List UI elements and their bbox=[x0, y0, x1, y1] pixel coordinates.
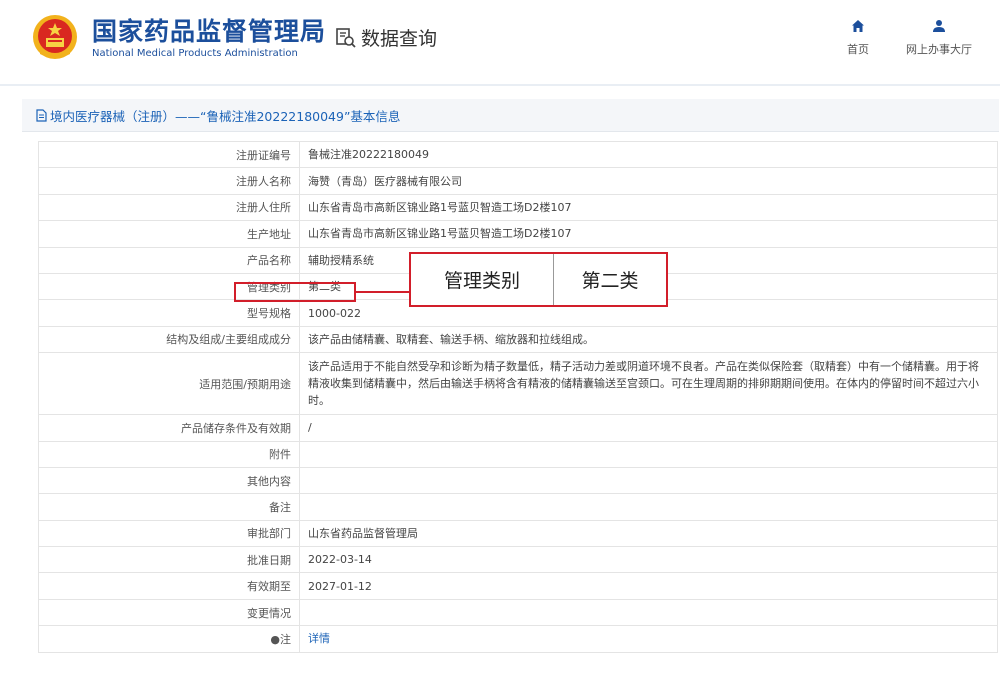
nav-online-hall-label: 网上办事大厅 bbox=[906, 43, 972, 56]
field-value bbox=[299, 466, 998, 495]
field-label: 生产地址 bbox=[38, 220, 300, 248]
table-row: 其他内容 bbox=[38, 466, 998, 495]
table-row: 适用范围/预期用途 该产品适用于不能自然受孕和诊断为精子数量低，精子活动力差或阴… bbox=[38, 352, 998, 416]
home-icon bbox=[852, 20, 864, 32]
section-title-text: 境内医疗器械（注册）——“鲁械注准20222180049”基本信息 bbox=[50, 108, 401, 124]
nav-home-label: 首页 bbox=[847, 43, 869, 56]
table-row: 产品储存条件及有效期 / bbox=[38, 414, 998, 442]
field-value bbox=[299, 598, 998, 627]
data-query-label: 数据查询 bbox=[361, 28, 438, 50]
field-value: / bbox=[299, 414, 998, 442]
field-value bbox=[299, 440, 998, 468]
field-value: 山东省青岛市高新区锦业路1号蓝贝智造工场D2楼107 bbox=[299, 193, 998, 222]
highlight-box bbox=[234, 282, 356, 302]
data-query-link[interactable]: 数据查询 bbox=[335, 24, 437, 51]
national-emblem-icon bbox=[33, 15, 77, 59]
callout-label: 管理类别 bbox=[411, 254, 554, 305]
table-row: 生产地址 山东省青岛市高新区锦业路1号蓝贝智造工场D2楼107 bbox=[38, 220, 998, 248]
field-label: 注册人名称 bbox=[38, 167, 300, 195]
field-label: 适用范围/预期用途 bbox=[38, 352, 300, 416]
nav-home[interactable]: 首页 bbox=[813, 18, 903, 57]
table-row: 备注 bbox=[38, 493, 998, 521]
table-row: 注册人住所 山东省青岛市高新区锦业路1号蓝贝智造工场D2楼107 bbox=[38, 193, 998, 222]
nav-online-hall[interactable]: 网上办事大厅 bbox=[894, 18, 984, 57]
table-row: 结构及组成/主要组成成分 该产品由储精囊、取精套、输送手柄、缩放器和拉线组成。 bbox=[38, 325, 998, 354]
field-label: 其他内容 bbox=[38, 466, 300, 495]
callout-value: 第二类 bbox=[581, 270, 639, 292]
field-value: 详情 bbox=[299, 625, 998, 653]
callout-box: 管理类别 第二类 bbox=[409, 252, 668, 307]
header-divider bbox=[0, 84, 1000, 86]
field-value: 鲁械注准20222180049 bbox=[299, 140, 998, 169]
table-row: 变更情况 bbox=[38, 598, 998, 627]
data-search-icon bbox=[336, 27, 356, 48]
field-label: 注册证编号 bbox=[38, 140, 300, 169]
field-label: 结构及组成/主要组成成分 bbox=[38, 325, 300, 354]
field-value: 2027-01-12 bbox=[299, 572, 998, 600]
field-value bbox=[299, 493, 998, 521]
field-value: 山东省药品监督管理局 bbox=[299, 519, 998, 548]
user-icon bbox=[933, 20, 945, 32]
field-value: 该产品适用于不能自然受孕和诊断为精子数量低，精子活动力差或阴道环境不良者。产品在… bbox=[299, 352, 998, 416]
agency-name-cn[interactable]: 国家药品监督管理局 bbox=[92, 12, 326, 48]
field-label: 变更情况 bbox=[38, 598, 300, 627]
field-label: 注册人住所 bbox=[38, 193, 300, 222]
site-header: 国家药品监督管理局 National Medical Products Admi… bbox=[0, 0, 1000, 84]
agency-name-en: National Medical Products Administration bbox=[92, 48, 298, 59]
detail-table: 注册证编号 鲁械注准20222180049 注册人名称 海赞（青岛）医疗器械有限… bbox=[38, 140, 998, 653]
field-value: 海赞（青岛）医疗器械有限公司 bbox=[299, 167, 998, 195]
table-row: 附件 bbox=[38, 440, 998, 468]
field-label: ●注 bbox=[38, 625, 300, 653]
field-label: 型号规格 bbox=[38, 299, 300, 327]
section-title: 境内医疗器械（注册）——“鲁械注准20222180049”基本信息 bbox=[22, 99, 999, 132]
field-label: 审批部门 bbox=[38, 519, 300, 548]
table-row: 审批部门 山东省药品监督管理局 bbox=[38, 519, 998, 548]
field-value: 2022-03-14 bbox=[299, 546, 998, 574]
table-row: 注册证编号 鲁械注准20222180049 bbox=[38, 140, 998, 169]
field-label: 产品名称 bbox=[38, 246, 300, 274]
table-row: ●注 详情 bbox=[38, 625, 998, 653]
field-label: 产品储存条件及有效期 bbox=[38, 414, 300, 442]
field-value: 山东省青岛市高新区锦业路1号蓝贝智造工场D2楼107 bbox=[299, 220, 998, 248]
field-label: 附件 bbox=[38, 440, 300, 468]
field-label: 有效期至 bbox=[38, 572, 300, 600]
table-row: 注册人名称 海赞（青岛）医疗器械有限公司 bbox=[38, 167, 998, 195]
field-label: 批准日期 bbox=[38, 546, 300, 574]
table-row: 有效期至 2027-01-12 bbox=[38, 572, 998, 600]
field-value: 该产品由储精囊、取精套、输送手柄、缩放器和拉线组成。 bbox=[299, 325, 998, 354]
field-label: 备注 bbox=[38, 493, 300, 521]
details-link[interactable]: 详情 bbox=[308, 632, 330, 645]
document-icon bbox=[36, 108, 47, 122]
table-row: 批准日期 2022-03-14 bbox=[38, 546, 998, 574]
callout-connector bbox=[356, 291, 409, 293]
